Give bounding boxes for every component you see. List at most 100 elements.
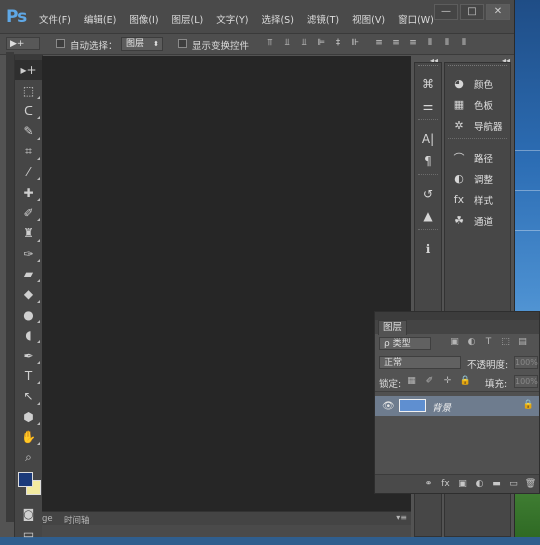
panel-color[interactable]: ◕ 颜色 [445, 73, 510, 94]
align-left-icon[interactable]: ⊫ [313, 38, 329, 49]
zoom-tool-icon[interactable]: ⌕ [15, 447, 42, 467]
healing-brush-tool-icon[interactable]: ✚ [15, 182, 42, 202]
eraser-tool-icon[interactable]: ▰ [15, 264, 42, 284]
hand-tool-icon[interactable]: ✋ [15, 427, 42, 447]
panel-styles[interactable]: fx 样式 [445, 189, 510, 210]
distribute-hcenter-icon[interactable]: ⦀ [439, 38, 455, 49]
paint-bucket-tool-icon[interactable]: ◆ [15, 284, 42, 304]
panel-navigator[interactable]: ✲ 导航器 [445, 115, 510, 136]
layer-mask-icon[interactable]: ▣ [454, 479, 471, 489]
panel-label: 路径 [474, 153, 494, 165]
panel-adjustments[interactable]: ◐ 调整 [445, 168, 510, 189]
lock-icons: ▦ ✐ ✛ 🔒 [405, 376, 477, 387]
layer-filter-dropdown[interactable]: ρ 类型 [379, 337, 431, 350]
auto-select-checkbox[interactable] [56, 39, 65, 48]
crop-tool-icon[interactable]: ⌗ [15, 142, 42, 162]
menu-window[interactable]: 窗口(W) [398, 12, 434, 26]
menu-image[interactable]: 图像(I) [129, 12, 158, 26]
dodge-tool-icon[interactable]: ◖ [15, 325, 42, 345]
maximize-button[interactable]: □ [460, 4, 484, 20]
minimize-button[interactable]: — [434, 4, 458, 20]
brush-preset-icon[interactable]: ⚌ [415, 95, 441, 117]
lock-position-icon[interactable]: ✛ [441, 376, 454, 387]
marquee-tool-icon[interactable]: ⬚ [15, 80, 42, 100]
opacity-input[interactable]: 100% [514, 356, 538, 369]
close-button[interactable]: ✕ [486, 4, 510, 20]
adjustment-filter-icon[interactable]: ◐ [464, 337, 479, 349]
brush-tool-icon[interactable]: ✐ [15, 203, 42, 223]
lasso-tool-icon[interactable]: ᑕ [15, 101, 42, 121]
move-tool-icon[interactable]: ▸+ [15, 60, 42, 81]
actions-icon[interactable]: ▲ [415, 205, 441, 227]
link-layers-icon[interactable]: ⚭ [420, 479, 437, 489]
blur-tool-icon[interactable]: ● [15, 305, 42, 325]
tool-preset-picker[interactable]: ▶+ [6, 37, 40, 50]
menu-filter[interactable]: 滤镜(T) [307, 12, 339, 26]
channels-icon: ☘ [454, 214, 464, 227]
align-top-icon[interactable]: ⫪ [262, 38, 278, 49]
pen-tool-icon[interactable]: ✒ [15, 345, 42, 365]
delete-layer-icon[interactable]: 🗑 [522, 479, 539, 489]
menu-layer[interactable]: 图层(L) [172, 12, 204, 26]
adjustment-layer-icon[interactable]: ◐ [471, 479, 488, 489]
quick-select-tool-icon[interactable]: ✎ [15, 121, 42, 141]
align-right-icon[interactable]: ⊪ [347, 38, 363, 49]
toolbar-grip[interactable] [6, 52, 14, 522]
menu-view[interactable]: 视图(V) [352, 12, 385, 26]
document-tab-label[interactable]: ge [42, 514, 53, 524]
menu-edit[interactable]: 编辑(E) [84, 12, 116, 26]
layers-tab[interactable]: 图层 [378, 320, 408, 335]
history-icon[interactable]: ↺ [415, 183, 441, 205]
type-tool-icon[interactable]: T [15, 366, 42, 386]
layer-style-icon[interactable]: fx [437, 479, 454, 489]
show-transform-checkbox[interactable] [178, 39, 187, 48]
character-icon[interactable]: A| [415, 128, 441, 150]
distribute-left-icon[interactable]: ⦀ [422, 38, 438, 49]
styles-icon: fx [453, 193, 465, 206]
distribute-top-icon[interactable]: ≡ [371, 38, 387, 49]
panel-swatches[interactable]: ▦ 色板 [445, 94, 510, 115]
pixel-filter-icon[interactable]: ▣ [447, 337, 462, 349]
new-group-icon[interactable]: ▬ [488, 479, 505, 489]
panel-menu-icon[interactable]: ▾≡ [396, 513, 407, 522]
layer-row-background[interactable]: 👁 背景 🔒 [375, 396, 539, 416]
path-select-tool-icon[interactable]: ↖ [15, 386, 42, 406]
blend-mode-dropdown[interactable]: 正常 [379, 356, 461, 369]
screen-mode-icon[interactable]: ▭ [15, 524, 42, 544]
align-vcenter-icon[interactable]: ⫫ [279, 38, 295, 49]
panel-channels[interactable]: ☘ 通道 [445, 210, 510, 231]
distribute-vcenter-icon[interactable]: ≡ [388, 38, 404, 49]
smart-object-filter-icon[interactable]: ▤ [515, 337, 530, 349]
new-layer-icon[interactable]: ▭ [505, 479, 522, 489]
brush-panel-icon[interactable]: ⌘ [415, 73, 441, 95]
menu-type[interactable]: 文字(Y) [216, 12, 248, 26]
menu-select[interactable]: 选择(S) [261, 12, 293, 26]
dock-grip[interactable] [448, 65, 507, 71]
paragraph-icon[interactable]: ¶ [415, 150, 441, 172]
history-brush-tool-icon[interactable]: ✑ [15, 244, 42, 264]
shape-tool-icon[interactable]: ⬢ [15, 407, 42, 427]
layers-panel-header[interactable] [375, 312, 539, 320]
type-filter-icon[interactable]: T [481, 337, 496, 349]
distribute-bottom-icon[interactable]: ≡ [405, 38, 421, 49]
distribute-right-icon[interactable]: ⦀ [456, 38, 472, 49]
layer-filter-row: ρ 类型 ▣ ◐ T ⬚ ▤ [375, 334, 539, 353]
eyedropper-tool-icon[interactable]: ⁄ [15, 162, 42, 182]
panel-paths[interactable]: ⌒ 路径 [445, 147, 510, 168]
auto-select-dropdown[interactable]: 图层 ⬍ [121, 37, 163, 51]
shape-filter-icon[interactable]: ⬚ [498, 337, 513, 349]
lock-transparent-icon[interactable]: ▦ [405, 376, 418, 387]
fill-input[interactable]: 100% [514, 375, 538, 388]
foreground-color-swatch[interactable] [18, 471, 33, 487]
visibility-eye-icon[interactable]: 👁 [382, 401, 395, 412]
align-hcenter-icon[interactable]: ‡ [330, 38, 346, 49]
quick-mask-icon[interactable]: ◙ [15, 504, 42, 524]
document-canvas-area[interactable] [42, 56, 411, 511]
dock-grip[interactable] [418, 65, 438, 71]
info-icon[interactable]: ℹ [415, 238, 441, 260]
lock-all-icon[interactable]: 🔒 [459, 376, 472, 387]
align-bottom-icon[interactable]: ⫫ [296, 38, 312, 49]
menu-file[interactable]: 文件(F) [39, 12, 71, 26]
clone-stamp-tool-icon[interactable]: ♜ [15, 223, 42, 243]
lock-pixels-icon[interactable]: ✐ [423, 376, 436, 387]
